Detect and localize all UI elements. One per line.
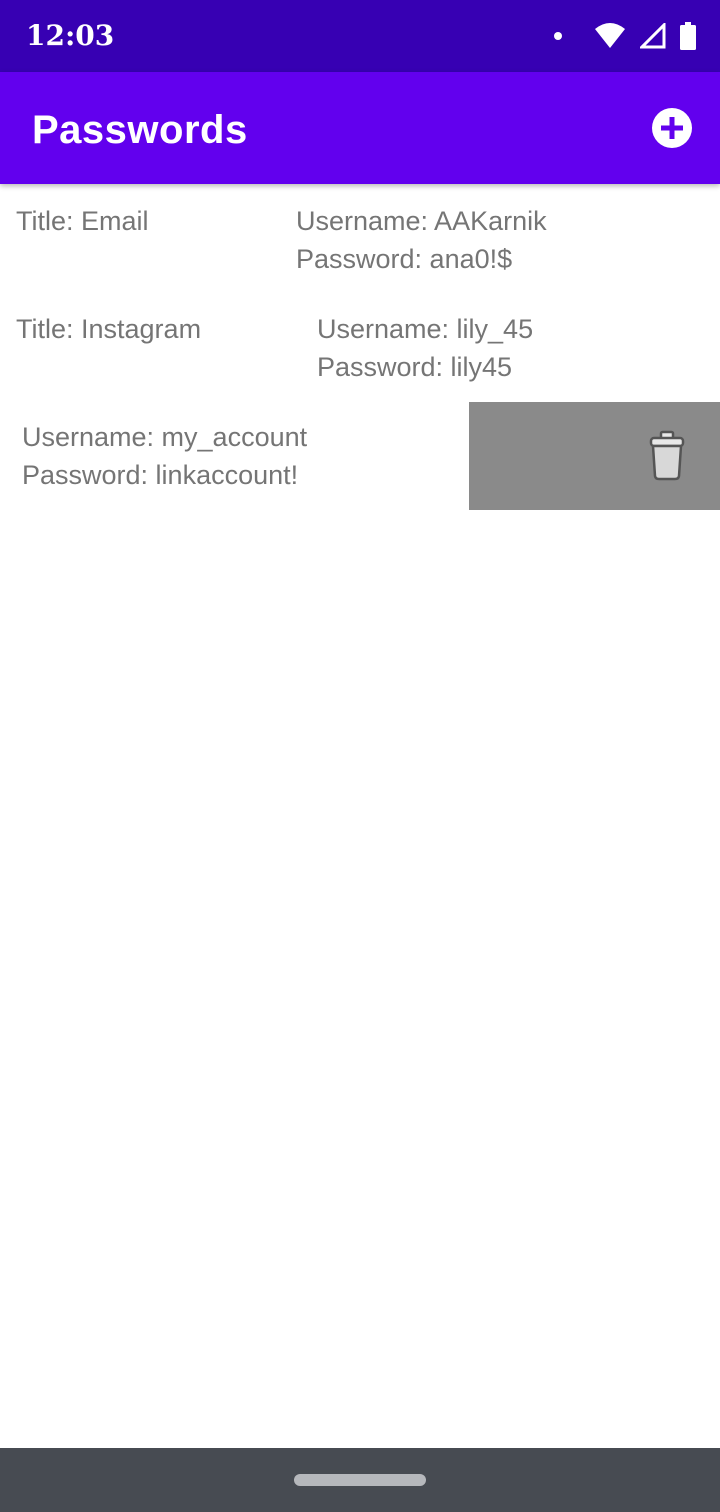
page-title: Passwords [32, 108, 248, 152]
entry-credentials: Username: AAKarnik Password: ana0!$ [296, 202, 547, 278]
status-icons [554, 20, 696, 52]
home-gesture-handle[interactable] [294, 1474, 426, 1486]
entry-credentials: Username: lily_45 Password: lily45 [317, 310, 533, 386]
entry-username: Username: AAKarnik [296, 206, 547, 236]
cellular-signal-icon [640, 23, 666, 49]
add-button[interactable] [652, 108, 692, 148]
swiped-entry-content: Username: my_account Password: linkaccou… [0, 402, 720, 510]
entry-username: Username: my_account [22, 422, 308, 452]
system-navigation-bar [0, 1448, 720, 1512]
entry-title: Title: Instagram [16, 314, 202, 344]
entry-password: Password: ana0!$ [296, 244, 513, 274]
entry-password: Password: linkaccount! [22, 460, 299, 490]
app-bar: Passwords [0, 72, 720, 184]
entry-password: Password: lily45 [317, 352, 513, 382]
list-item-email[interactable]: Title: Email Username: AAKarnik Password… [0, 186, 720, 294]
entry-credentials: Username: my_account Password: linkaccou… [22, 418, 307, 494]
list-item-instagram[interactable]: Title: Instagram Username: lily_45 Passw… [0, 294, 720, 402]
status-time: 12:03 [26, 19, 115, 52]
entry-username: Username: lily_45 [317, 314, 534, 344]
battery-icon [680, 22, 696, 50]
entry-title: Title: Email [16, 206, 149, 236]
notification-dot-icon [554, 32, 562, 40]
status-bar: 12:03 [0, 0, 720, 72]
list-item-swiped[interactable]: Username: my_account Password: linkaccou… [0, 402, 720, 510]
wifi-icon [595, 23, 625, 48]
password-list: Title: Email Username: AAKarnik Password… [0, 186, 720, 510]
